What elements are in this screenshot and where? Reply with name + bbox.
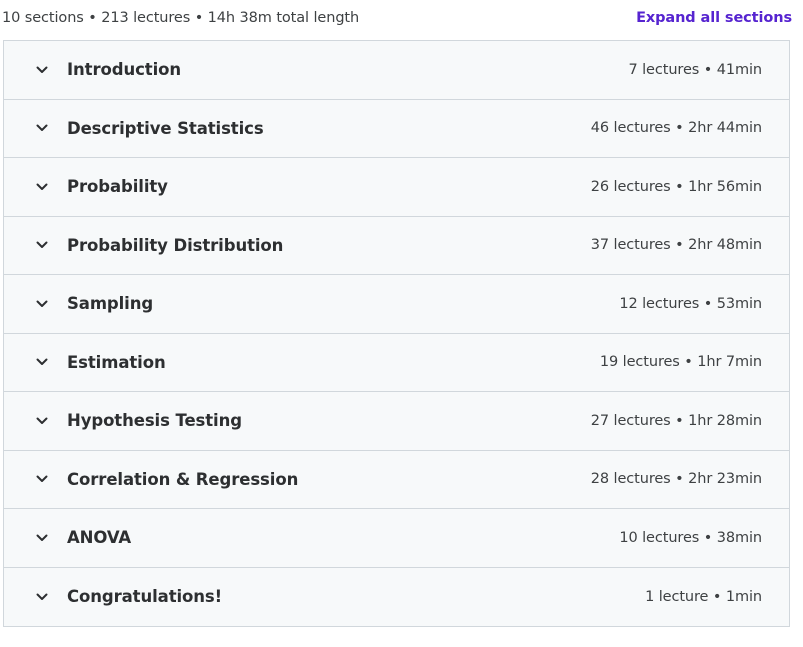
- section-title: Descriptive Statistics: [67, 118, 264, 138]
- section-row-congratulations[interactable]: Congratulations! 1 lecture • 1min: [4, 567, 789, 626]
- section-meta: 1 lecture • 1min: [645, 588, 762, 605]
- section-meta: 19 lectures • 1hr 7min: [599, 354, 762, 371]
- section-meta: 46 lectures • 2hr 44min: [590, 120, 762, 137]
- chevron-down-icon: [35, 531, 49, 545]
- section-row-probability[interactable]: Probability 26 lectures • 1hr 56min: [4, 158, 789, 217]
- section-title: Congratulations!: [67, 587, 223, 607]
- section-title: ANOVA: [67, 528, 132, 548]
- chevron-down-icon: [35, 472, 49, 486]
- expand-all-sections-button[interactable]: Expand all sections: [636, 10, 792, 26]
- section-row-sampling[interactable]: Sampling 12 lectures • 53min: [4, 275, 789, 334]
- chevron-down-icon: [35, 414, 49, 428]
- section-title: Sampling: [67, 294, 154, 314]
- chevron-down-icon: [35, 121, 49, 135]
- chevron-down-icon: [35, 238, 49, 252]
- section-meta: 26 lectures • 1hr 56min: [590, 178, 762, 195]
- chevron-down-icon: [35, 297, 49, 311]
- section-row-hypothesis-testing[interactable]: Hypothesis Testing 27 lectures • 1hr 28m…: [4, 392, 789, 451]
- section-meta: 12 lectures • 53min: [619, 295, 762, 312]
- section-meta: 10 lectures • 38min: [619, 529, 762, 546]
- section-row-introduction[interactable]: Introduction 7 lectures • 41min: [4, 41, 789, 100]
- course-content-header: 10 sections • 213 lectures • 14h 38m tot…: [0, 0, 792, 36]
- chevron-down-icon: [35, 180, 49, 194]
- section-meta: 27 lectures • 1hr 28min: [590, 412, 762, 429]
- section-title: Probability: [67, 177, 168, 197]
- section-title: Introduction: [67, 60, 182, 80]
- section-title: Probability Distribution: [67, 235, 284, 255]
- chevron-down-icon: [35, 63, 49, 77]
- chevron-down-icon: [35, 590, 49, 604]
- section-meta: 28 lectures • 2hr 23min: [590, 471, 762, 488]
- section-row-estimation[interactable]: Estimation 19 lectures • 1hr 7min: [4, 333, 789, 392]
- curriculum-section-list: Introduction 7 lectures • 41min Descript…: [3, 40, 790, 627]
- section-row-probability-distribution[interactable]: Probability Distribution 37 lectures • 2…: [4, 216, 789, 275]
- section-row-anova[interactable]: ANOVA 10 lectures • 38min: [4, 509, 789, 568]
- section-title: Hypothesis Testing: [67, 411, 242, 431]
- section-title: Correlation & Regression: [67, 469, 299, 489]
- section-row-descriptive-statistics[interactable]: Descriptive Statistics 46 lectures • 2hr…: [4, 99, 789, 158]
- course-summary: 10 sections • 213 lectures • 14h 38m tot…: [2, 10, 360, 26]
- section-row-correlation-regression[interactable]: Correlation & Regression 28 lectures • 2…: [4, 450, 789, 509]
- section-meta: 7 lectures • 41min: [628, 61, 762, 78]
- chevron-down-icon: [35, 355, 49, 369]
- section-title: Estimation: [67, 352, 166, 372]
- section-meta: 37 lectures • 2hr 48min: [590, 237, 762, 254]
